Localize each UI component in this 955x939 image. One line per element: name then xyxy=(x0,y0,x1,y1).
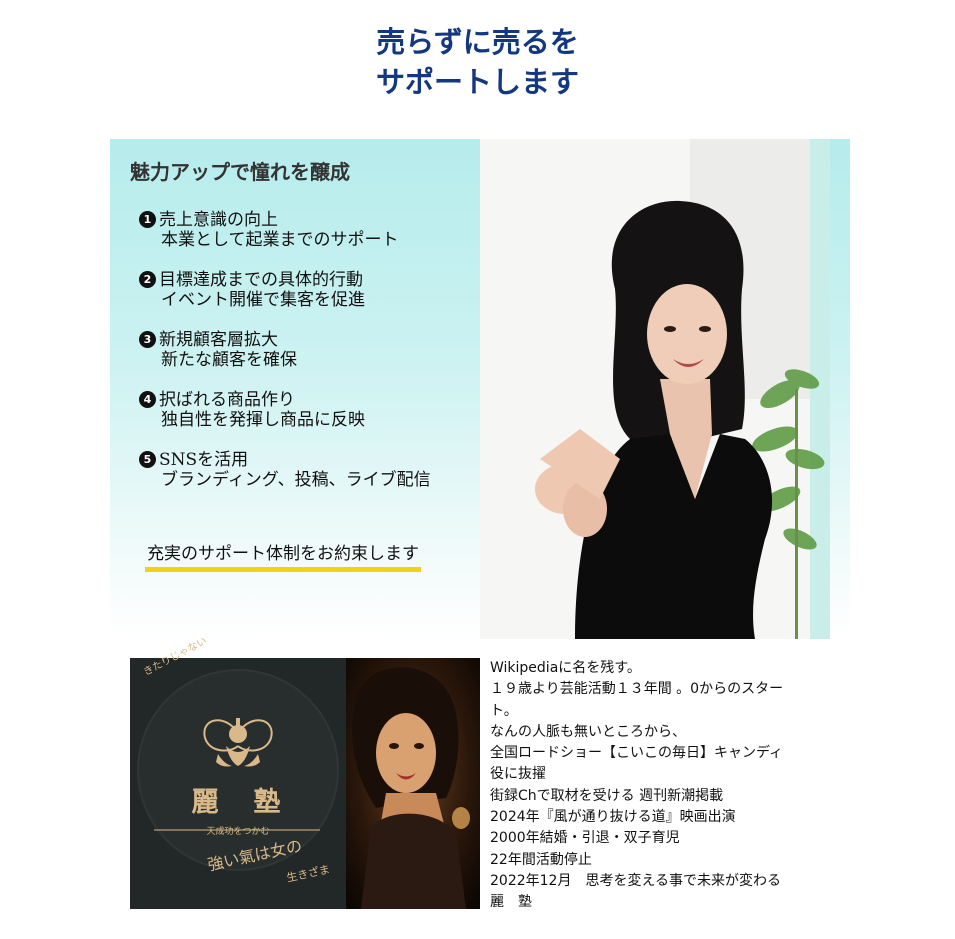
headline-line-2: サポートします xyxy=(375,65,579,99)
point-description: イベント開催で集客を促進 xyxy=(161,290,365,310)
point-description: 独自性を発揮し商品に反映 xyxy=(161,410,365,430)
woman-portrait-illustration xyxy=(480,139,830,639)
support-promise-text: 充実のサポート体制をお約束します xyxy=(145,539,421,572)
point-title: 売上意識の向上 xyxy=(159,210,278,230)
number-4-icon: 4 xyxy=(139,391,156,408)
point-title: 択ばれる商品作り xyxy=(159,390,295,410)
point-item-1: 1 売上意識の向上 本業として起業までのサポート xyxy=(139,210,484,250)
bio-line: 街録Chで取材を受ける 週刊新潮掲載 xyxy=(490,787,724,804)
logo-subtitle: 天成功をつかむ xyxy=(206,827,270,837)
point-description: 本業として起業までのサポート xyxy=(161,230,399,250)
point-item-4: 4 択ばれる商品作り 独自性を発揮し商品に反映 xyxy=(139,390,484,430)
bio-line: 2024年『風が通り抜ける道』映画出演 xyxy=(490,809,736,826)
bio-line: ト。 xyxy=(490,702,518,719)
logo-name: 麗 塾 xyxy=(191,787,285,818)
point-description: ブランディング、投稿、ライブ配信 xyxy=(161,470,431,490)
point-item-5: 5 SNSを活用 ブランディング、投稿、ライブ配信 xyxy=(139,450,484,490)
biography-text: Wikipediaに名を残す。 １９歳より芸能活動１３年間 。0からのスター ト… xyxy=(490,658,840,914)
bio-line: なんの人脈も無いところから、 xyxy=(490,723,686,740)
bio-line: 2000年結婚・引退・双子育児 xyxy=(490,830,680,847)
point-title: 目標達成までの具体的行動 xyxy=(159,270,363,290)
bio-line: 全国ロードショー【こいこの毎日】キャンディ xyxy=(490,745,784,762)
woman-portrait-photo xyxy=(480,139,830,639)
bio-line: 2022年12月 思考を変える事で未来が変わる xyxy=(490,872,782,889)
bio-line: 麗 塾 xyxy=(490,894,532,911)
number-3-icon: 3 xyxy=(139,331,156,348)
number-5-icon: 5 xyxy=(139,451,156,468)
bio-line: 役に抜擢 xyxy=(490,766,546,783)
vintage-portrait-photo xyxy=(346,658,480,909)
bio-line: Wikipediaに名を残す。 xyxy=(490,660,641,676)
page-headline: 売らずに売るを サポートします xyxy=(0,22,955,102)
headline-line-1: 売らずに売るを xyxy=(376,25,579,59)
vintage-portrait-illustration xyxy=(346,658,480,909)
panel-title: 魅力アップで憧れを醸成 xyxy=(130,160,350,184)
point-description: 新たな顧客を確保 xyxy=(161,350,297,370)
point-title: 新規顧客層拡大 xyxy=(159,330,278,350)
number-1-icon: 1 xyxy=(139,211,156,228)
point-item-3: 3 新規顧客層拡大 新たな顧客を確保 xyxy=(139,330,484,370)
point-title: SNSを活用 xyxy=(159,450,249,470)
bio-line: 22年間活動停止 xyxy=(490,851,592,868)
number-2-icon: 2 xyxy=(139,271,156,288)
bio-line: １９歳より芸能活動１３年間 。0からのスター xyxy=(490,681,784,698)
point-item-2: 2 目標達成までの具体的行動 イベント開催で集客を促進 xyxy=(139,270,484,310)
